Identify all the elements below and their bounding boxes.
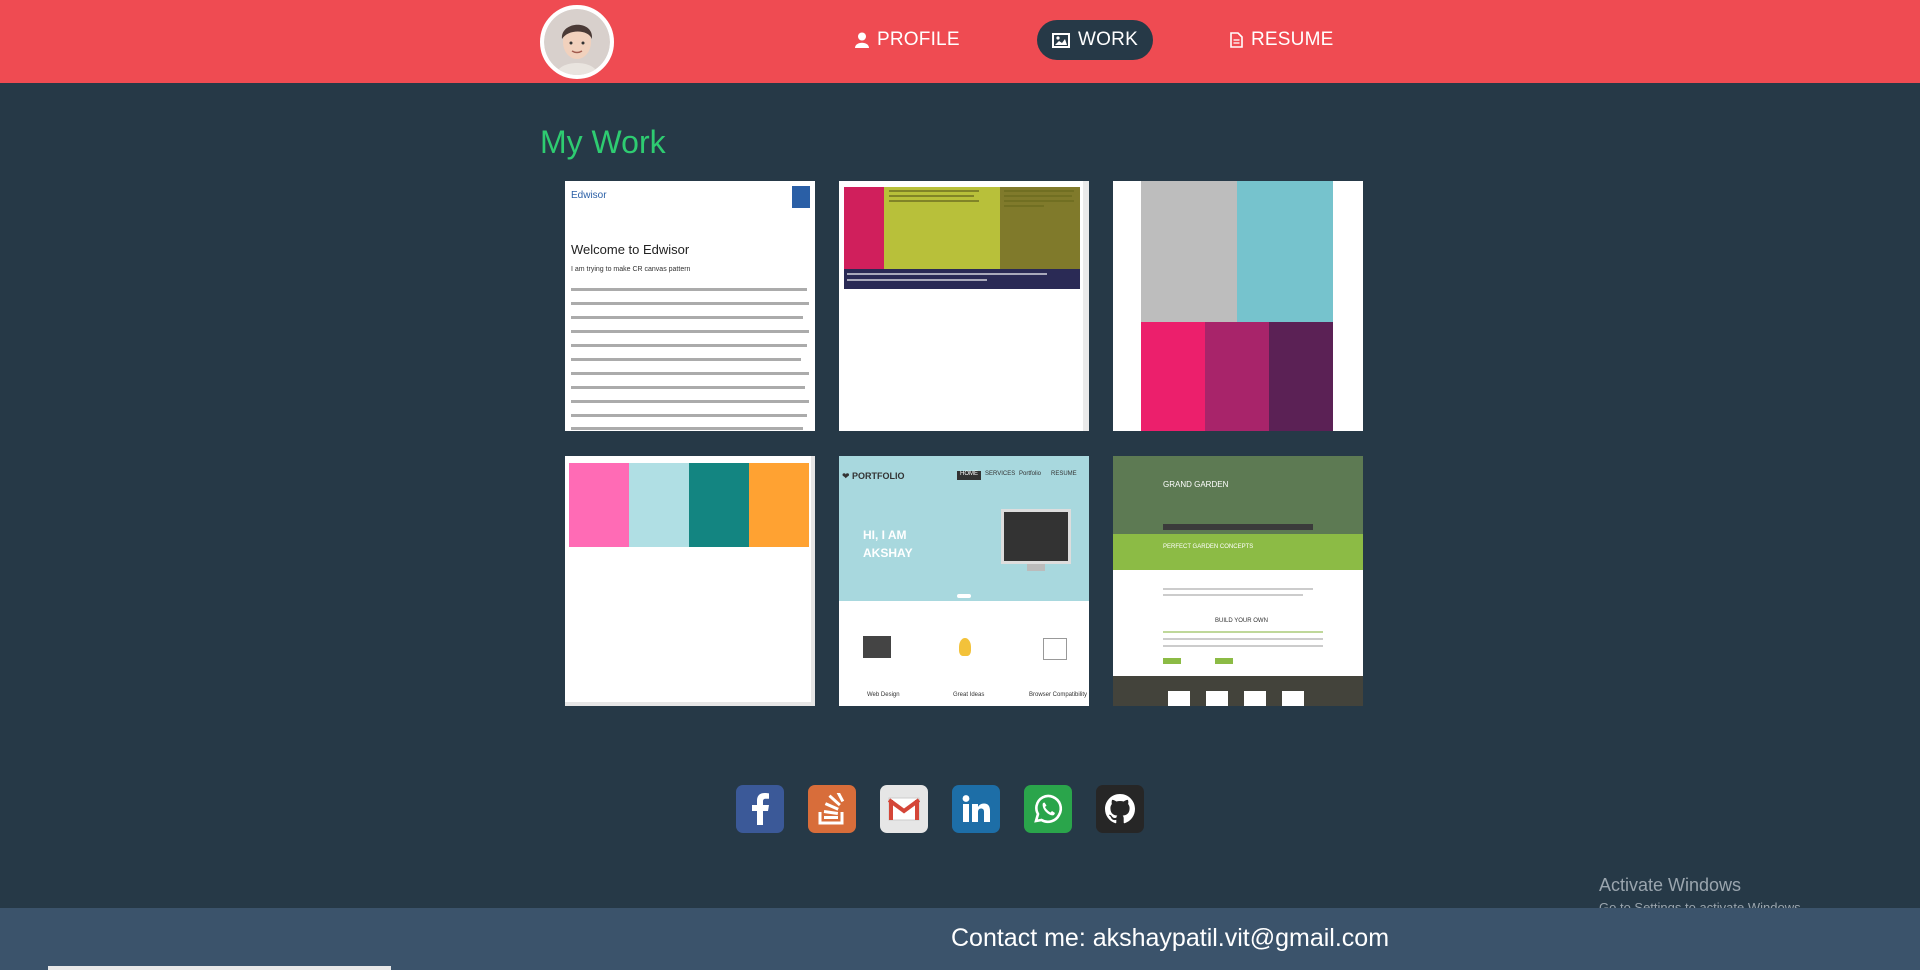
text-line bbox=[1163, 588, 1313, 590]
top-navbar: PROFILE WORK RESUME bbox=[0, 0, 1920, 83]
github-icon bbox=[1105, 794, 1135, 824]
garden-section-title: BUILD YOUR OWN bbox=[1215, 618, 1268, 624]
browser-icon bbox=[1043, 638, 1067, 660]
horizontal-scrollbar[interactable] bbox=[48, 966, 391, 970]
portfolio-menu-item: SERVICES bbox=[985, 471, 1016, 477]
nav-resume[interactable]: RESUME bbox=[1230, 20, 1334, 60]
avatar[interactable] bbox=[540, 5, 614, 79]
garden-headline: PERFECT GARDEN CONCEPTS bbox=[1163, 544, 1254, 550]
user-icon bbox=[855, 32, 869, 48]
garden-logo: GRAND GARDEN bbox=[1163, 480, 1229, 489]
avatar-icon bbox=[544, 9, 610, 75]
columns-preview bbox=[844, 187, 1080, 289]
stackoverflow-link[interactable] bbox=[808, 785, 856, 833]
portfolio-menu-item: Portfolio bbox=[1019, 471, 1042, 477]
text-line bbox=[571, 414, 807, 417]
nav-profile[interactable]: PROFILE bbox=[855, 20, 960, 60]
gmail-icon bbox=[888, 797, 920, 821]
facebook-link[interactable] bbox=[736, 785, 784, 833]
text-line bbox=[571, 358, 801, 361]
portfolio-menu-item: RESUME bbox=[1051, 471, 1077, 477]
facebook-icon bbox=[752, 793, 769, 825]
text-line bbox=[571, 400, 809, 403]
portfolio-feature: Web Design bbox=[867, 692, 900, 698]
thumbnail-subtitle: I am trying to make CR canvas pattern bbox=[571, 266, 691, 273]
garden-hero bbox=[1113, 456, 1363, 534]
gmail-link[interactable] bbox=[880, 785, 928, 833]
text-line bbox=[571, 386, 805, 389]
desktop-icon bbox=[863, 636, 891, 658]
scrollbar bbox=[1083, 181, 1089, 431]
work-thumbnail-colored-columns[interactable] bbox=[839, 181, 1089, 431]
garden-tile bbox=[1206, 691, 1228, 706]
portfolio-greeting-line: AKSHAY bbox=[863, 546, 913, 560]
text-line bbox=[571, 344, 807, 347]
work-thumbnail-color-boxes[interactable] bbox=[565, 456, 815, 706]
grid-preview bbox=[1113, 181, 1363, 431]
thumbnail-brand: Edwisor bbox=[571, 190, 607, 201]
portfolio-feature: Great Ideas bbox=[953, 692, 985, 698]
text-line bbox=[571, 372, 809, 375]
thumbnail-title: Welcome to Edwisor bbox=[571, 242, 690, 257]
boxes-preview bbox=[565, 456, 815, 706]
text-line bbox=[1163, 594, 1303, 596]
lightbulb-icon bbox=[959, 638, 971, 656]
work-thumbnail-edwisor[interactable]: Edwisor Welcome to Edwisor I am trying t… bbox=[565, 181, 815, 431]
linkedin-icon bbox=[962, 795, 990, 822]
garden-tile bbox=[1282, 691, 1304, 706]
contact-text: Contact me: akshaypatil.vit@gmail.com bbox=[951, 924, 1390, 952]
text-line bbox=[571, 330, 809, 333]
garden-button bbox=[1163, 658, 1181, 664]
work-thumbnail-grand-garden[interactable]: GRAND GARDEN PERFECT GARDEN CONCEPTS BUI… bbox=[1113, 456, 1363, 706]
text-line bbox=[1163, 645, 1323, 647]
text-line bbox=[571, 302, 809, 305]
text-line bbox=[571, 316, 803, 319]
nav-resume-label: RESUME bbox=[1251, 29, 1334, 50]
monitor-icon bbox=[1001, 509, 1071, 564]
whatsapp-icon bbox=[1034, 794, 1063, 824]
portfolio-feature: Browser Compatibility bbox=[1029, 692, 1088, 698]
garden-tile bbox=[1244, 691, 1266, 706]
nav-profile-label: PROFILE bbox=[877, 29, 960, 50]
garden-footer bbox=[1113, 676, 1363, 706]
monitor-stand bbox=[1027, 564, 1045, 571]
text-line bbox=[571, 288, 807, 291]
menu-icon bbox=[792, 186, 810, 208]
text-line bbox=[1163, 638, 1323, 640]
slider-dots bbox=[957, 594, 971, 598]
portfolio-greeting: HI, I AM AKSHAY bbox=[863, 526, 913, 562]
document-icon bbox=[1230, 32, 1243, 48]
portfolio-menu-item: HOME bbox=[957, 471, 981, 480]
garden-tile bbox=[1168, 691, 1190, 706]
text-line bbox=[571, 427, 803, 430]
garden-banner bbox=[1113, 534, 1363, 570]
github-link[interactable] bbox=[1096, 785, 1144, 833]
stackoverflow-icon bbox=[818, 793, 845, 825]
image-icon bbox=[1052, 32, 1071, 48]
garden-button bbox=[1215, 658, 1233, 664]
text-line bbox=[1163, 631, 1323, 633]
portfolio-logo: ❤ PORTFOLIO bbox=[842, 471, 905, 481]
activate-windows-title: Activate Windows bbox=[1599, 875, 1742, 895]
work-thumbnail-portfolio[interactable]: ❤ PORTFOLIO HOME SERVICES Portfolio RESU… bbox=[839, 456, 1089, 706]
linkedin-link[interactable] bbox=[952, 785, 1000, 833]
nav-work-label: WORK bbox=[1078, 29, 1138, 50]
portfolio-greeting-line: HI, I AM bbox=[863, 528, 907, 542]
whatsapp-link[interactable] bbox=[1024, 785, 1072, 833]
work-thumbnail-grid-colors[interactable] bbox=[1113, 181, 1363, 431]
footer: Contact me: akshaypatil.vit@gmail.com bbox=[0, 908, 1920, 970]
page-title: My Work bbox=[540, 124, 666, 160]
nav-work[interactable]: WORK bbox=[1037, 20, 1153, 60]
garden-menu bbox=[1163, 524, 1313, 530]
